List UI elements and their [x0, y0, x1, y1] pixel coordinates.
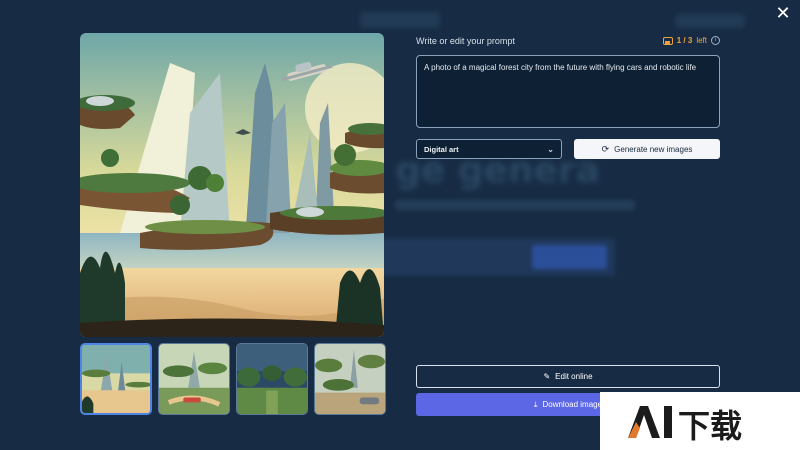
background-search-button — [532, 245, 607, 269]
background-logo — [360, 12, 440, 28]
chevron-down-icon: ⌄ — [547, 144, 554, 154]
background-nav — [675, 14, 745, 28]
edit-online-button[interactable]: ✎ Edit online — [416, 365, 720, 388]
background-subtitle — [395, 200, 635, 210]
credits-indicator: 1 / 3 left i — [662, 36, 720, 45]
credits-count: 1 / 3 — [676, 36, 693, 45]
prompt-label: Write or edit your prompt — [416, 36, 515, 46]
download-icon: ⤓ — [533, 399, 538, 409]
prompt-textarea[interactable]: A photo of a magical forest city from th… — [416, 55, 720, 128]
edit-label: Edit online — [555, 372, 593, 381]
thumbnail-strip — [80, 343, 386, 417]
thumbnail-2[interactable] — [158, 343, 230, 415]
credits-suffix: left — [696, 36, 707, 45]
close-icon[interactable]: ✕ — [774, 4, 792, 22]
info-icon[interactable]: i — [711, 36, 720, 45]
generate-label: Generate new images — [614, 144, 693, 154]
thumbnail-1[interactable] — [80, 343, 152, 415]
svg-text:下载: 下载 — [678, 407, 742, 445]
pencil-icon: ✎ — [543, 372, 551, 381]
style-selected-value: Digital art — [424, 144, 459, 154]
thumbnail-3[interactable] — [236, 343, 308, 415]
gallery-icon — [662, 36, 673, 45]
thumbnail-4[interactable] — [314, 343, 386, 415]
watermark-logo: 下载 — [600, 392, 800, 450]
refresh-icon: ⟳ — [601, 143, 610, 154]
download-label: Download image — [542, 400, 603, 409]
prompt-text: A photo of a magical forest city from th… — [424, 63, 697, 72]
main-preview-image — [80, 33, 384, 337]
generate-new-images-button[interactable]: ⟳ Generate new images — [574, 139, 720, 159]
style-dropdown[interactable]: Digital art ⌄ — [416, 139, 562, 159]
